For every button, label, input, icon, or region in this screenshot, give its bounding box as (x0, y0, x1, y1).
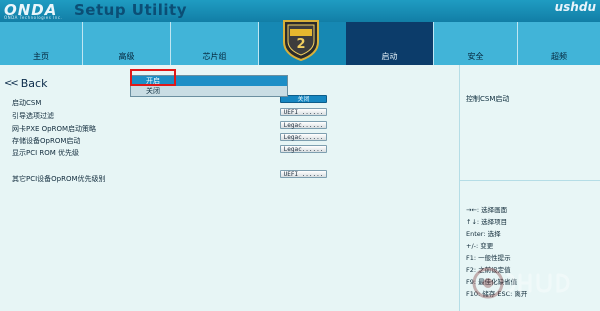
help-description: 控制CSM启动 (466, 95, 510, 103)
shield-badge-icon: 2 (283, 20, 319, 62)
key-hint-f10: F10: 储存 ESC: 离开 (466, 290, 528, 298)
key-hint-f1: F1: 一般性提示 (466, 254, 511, 262)
key-hint-enter: Enter: 选择 (466, 230, 501, 238)
tab-boot-label: 启动 (381, 52, 398, 61)
setting-label-boot-filter[interactable]: 引导选项过滤 (12, 111, 54, 121)
key-hint-f9: F9: 最佳化缺省值 (466, 278, 518, 286)
key-hint-item: ↑↓: 选择项目 (466, 218, 508, 226)
setting-value-video[interactable]: Legac...... (280, 145, 327, 153)
setting-label-csm[interactable]: 启动CSM (12, 98, 41, 108)
dropdown-option-disable[interactable]: 关闭 (131, 86, 287, 96)
setting-value-pxe[interactable]: Legac...... (280, 121, 327, 129)
setting-value-other-pci[interactable]: UEFI ...... (280, 170, 327, 178)
setting-value-storage[interactable]: Legac...... (280, 133, 327, 141)
setting-label-pxe[interactable]: 网卡PXE OpROM启动策略 (12, 124, 96, 134)
annotation-highlight-box (130, 69, 176, 86)
tab-boot[interactable]: 启动 (346, 22, 434, 65)
back-button[interactable]: << Back (4, 77, 47, 90)
tab-security[interactable]: 安全 (434, 22, 518, 65)
setting-label-video[interactable]: 显示PCI ROM 优先级 (12, 148, 79, 158)
tab-advanced-label: 高级 (118, 52, 135, 61)
tab-advanced[interactable]: 高级 (83, 22, 171, 65)
tab-main-label: 主页 (33, 52, 49, 61)
back-label: Back (20, 77, 48, 90)
svg-text:2: 2 (296, 37, 305, 52)
tab-security-label: 安全 (467, 52, 484, 61)
tab-overclock-label: 超频 (551, 52, 567, 61)
setting-value-boot-filter[interactable]: UEFI ...... (280, 108, 327, 116)
tab-overclock[interactable]: 超频 (518, 22, 600, 65)
tab-main[interactable]: 主页 (0, 22, 83, 65)
tab-chipset[interactable]: 芯片组 (171, 22, 259, 65)
tab-chipset-label: 芯片组 (202, 52, 227, 61)
setting-label-other-pci[interactable]: 其它PCI设备OpROM优先级别 (12, 174, 106, 184)
back-arrows-icon: << (4, 78, 19, 89)
help-divider (460, 180, 600, 181)
key-hint-screen: →←: 选择画面 (466, 206, 508, 214)
setting-label-storage[interactable]: 存储设备OpROM启动 (12, 136, 80, 146)
key-hint-change: +/-: 变更 (466, 242, 494, 250)
help-panel: 控制CSM启动 →←: 选择画面 ↑↓: 选择项目 Enter: 选择 +/-:… (459, 65, 600, 311)
key-hint-f2: F2: 之前设定值 (466, 266, 511, 274)
page-title: Setup Utility (74, 1, 188, 19)
corner-logo: ushdu (554, 0, 596, 14)
settings-panel: << Back (0, 65, 459, 311)
brand-subtitle: ONDA Technologies Inc. (4, 15, 63, 20)
